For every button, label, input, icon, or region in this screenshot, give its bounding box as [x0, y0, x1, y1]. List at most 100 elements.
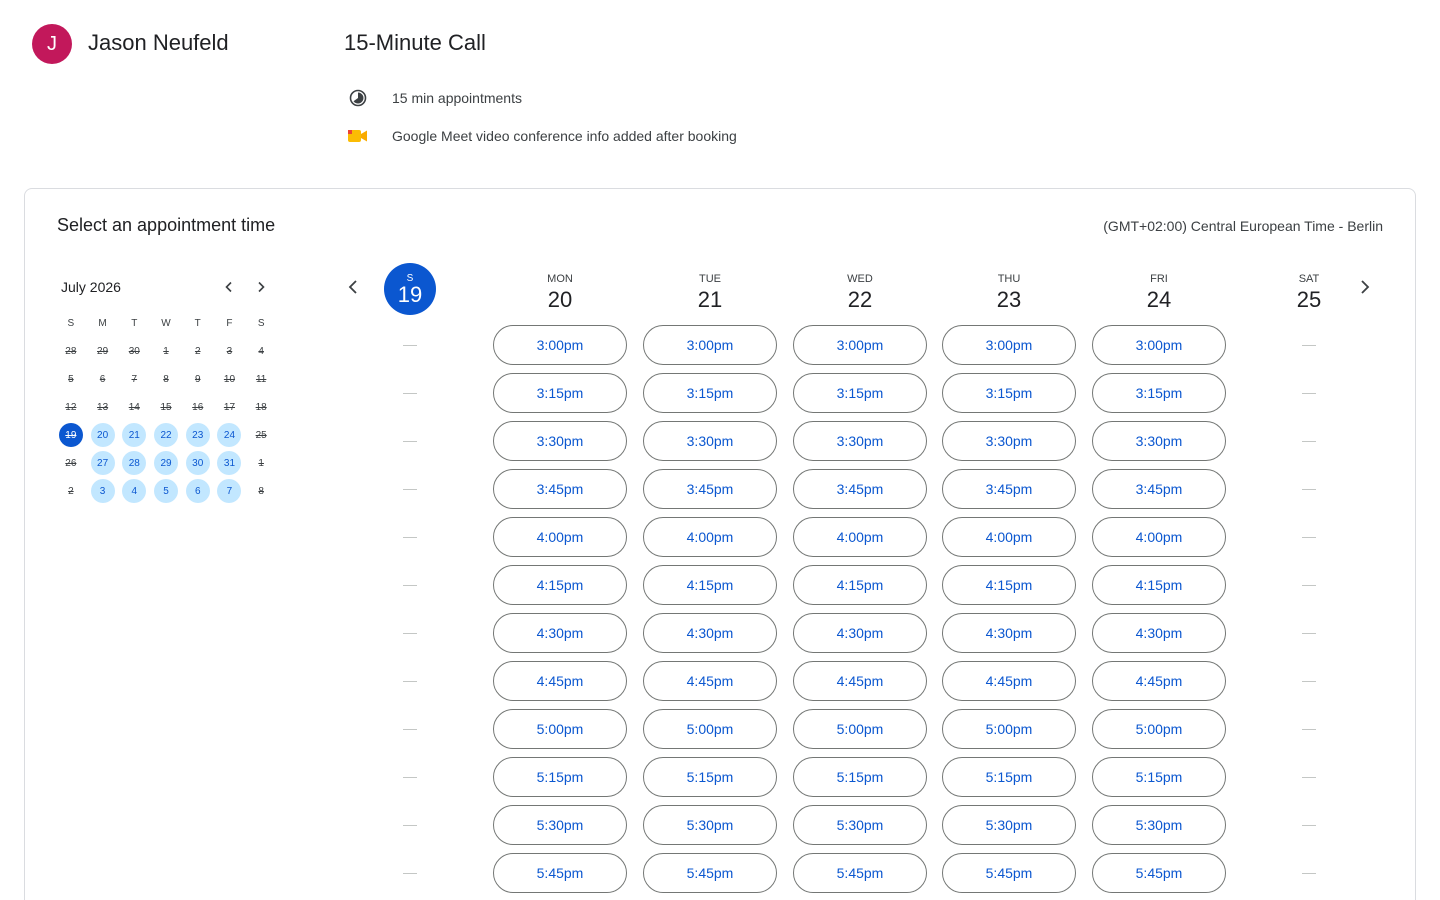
- weekday-label: W: [161, 317, 171, 329]
- time-slot-button[interactable]: 5:00pm: [1092, 709, 1226, 749]
- time-slot-button[interactable]: 3:15pm: [1092, 373, 1226, 413]
- mini-calendar-day[interactable]: 24: [214, 421, 246, 449]
- mini-calendar-day[interactable]: 30: [182, 449, 214, 477]
- time-slot-button[interactable]: 5:15pm: [793, 757, 927, 797]
- mini-calendar: July 2026 S M T W T F S 28 29 30 1 2 3 4 5 6 7 8 9 10 11 12 13…: [55, 275, 277, 505]
- time-slot-list: 3:00pm 3:15pm 3:30pm 3:45pm 4:00pm 4:15pm 4:30…: [1092, 325, 1226, 893]
- time-slot-button[interactable]: 4:00pm: [493, 517, 627, 557]
- time-slot-button[interactable]: 5:45pm: [643, 853, 777, 893]
- day-number: 27: [90, 451, 115, 475]
- time-slot-button[interactable]: 4:45pm: [1092, 661, 1226, 701]
- time-slot-button[interactable]: 5:15pm: [643, 757, 777, 797]
- time-slot-button[interactable]: 5:30pm: [793, 805, 927, 845]
- mini-calendar-prev-button[interactable]: [213, 275, 245, 299]
- day-header: TUE 21: [643, 263, 777, 325]
- time-slot-button[interactable]: 3:30pm: [1092, 421, 1226, 461]
- mini-calendar-day[interactable]: 28: [118, 449, 150, 477]
- no-availability-marker: [1242, 373, 1376, 413]
- time-slot-button[interactable]: 5:00pm: [793, 709, 927, 749]
- time-slot-button[interactable]: 3:30pm: [493, 421, 627, 461]
- time-slot-button[interactable]: 3:00pm: [1092, 325, 1226, 365]
- time-slot-button[interactable]: 4:15pm: [1092, 565, 1226, 605]
- mini-calendar-day[interactable]: 23: [182, 421, 214, 449]
- mini-calendar-day[interactable]: 20: [87, 421, 119, 449]
- time-slot-button[interactable]: 3:00pm: [942, 325, 1076, 365]
- time-slot-button[interactable]: 3:30pm: [793, 421, 927, 461]
- mini-calendar-day[interactable]: 27: [87, 449, 119, 477]
- no-availability-marker: [1242, 325, 1376, 365]
- mini-calendar-day[interactable]: 21: [118, 421, 150, 449]
- time-slot-button[interactable]: 4:00pm: [1092, 517, 1226, 557]
- time-slot-button[interactable]: 3:15pm: [493, 373, 627, 413]
- time-slot-button[interactable]: 3:00pm: [493, 325, 627, 365]
- mini-calendar-day[interactable]: 6: [182, 477, 214, 505]
- time-slot-button[interactable]: 5:45pm: [1092, 853, 1226, 893]
- mini-calendar-day: 5: [55, 365, 87, 393]
- day-of-week: THU: [997, 273, 1021, 285]
- time-slot-button[interactable]: 4:15pm: [493, 565, 627, 605]
- mini-calendar-day[interactable]: 7: [214, 477, 246, 505]
- time-slot-button[interactable]: 5:00pm: [643, 709, 777, 749]
- mini-calendar-day[interactable]: 29: [150, 449, 182, 477]
- mini-calendar-day[interactable]: 3: [87, 477, 119, 505]
- time-slot-button[interactable]: 5:30pm: [1092, 805, 1226, 845]
- mini-calendar-next-button[interactable]: [245, 275, 277, 299]
- time-slot-button[interactable]: 4:30pm: [942, 613, 1076, 653]
- time-slot-button[interactable]: 3:45pm: [493, 469, 627, 509]
- time-slot-button[interactable]: 4:45pm: [643, 661, 777, 701]
- day-number: 24: [217, 423, 242, 447]
- day-column: S 19: [343, 263, 477, 900]
- time-slot-button[interactable]: 5:30pm: [942, 805, 1076, 845]
- time-slot-button[interactable]: 4:30pm: [793, 613, 927, 653]
- time-slot-button[interactable]: 5:30pm: [493, 805, 627, 845]
- day-number: 29: [154, 451, 179, 475]
- time-slot-button[interactable]: 4:30pm: [1092, 613, 1226, 653]
- time-slot-button[interactable]: 4:15pm: [643, 565, 777, 605]
- time-slot-button[interactable]: 3:30pm: [942, 421, 1076, 461]
- time-slot-button[interactable]: 4:15pm: [793, 565, 927, 605]
- time-slot-button[interactable]: 4:45pm: [793, 661, 927, 701]
- time-slot-button[interactable]: 5:15pm: [493, 757, 627, 797]
- no-availability-marker: [343, 517, 477, 557]
- time-slot-button[interactable]: 3:15pm: [793, 373, 927, 413]
- time-slot-button[interactable]: 5:45pm: [793, 853, 927, 893]
- time-slot-button[interactable]: 4:45pm: [942, 661, 1076, 701]
- time-slot-button[interactable]: 5:45pm: [942, 853, 1076, 893]
- time-slot-button[interactable]: 5:30pm: [643, 805, 777, 845]
- no-availability-marker: [1242, 517, 1376, 557]
- day-number: 10: [223, 373, 236, 385]
- time-slot-button[interactable]: 3:45pm: [793, 469, 927, 509]
- time-slot-button[interactable]: 4:15pm: [942, 565, 1076, 605]
- no-availability-marker: [1242, 421, 1376, 461]
- time-slot-button[interactable]: 3:45pm: [1092, 469, 1226, 509]
- time-slot-button[interactable]: 3:45pm: [942, 469, 1076, 509]
- time-slot-list: 3:00pm 3:15pm 3:30pm 3:45pm 4:00pm 4:15pm 4:30…: [793, 325, 927, 893]
- time-slot-button[interactable]: 5:15pm: [942, 757, 1076, 797]
- no-availability-marker: [343, 805, 477, 845]
- mini-calendar-day[interactable]: 19: [55, 421, 87, 449]
- time-slot-button[interactable]: 5:15pm: [1092, 757, 1226, 797]
- day-header: FRI 24: [1092, 263, 1226, 325]
- time-slot-button[interactable]: 3:15pm: [643, 373, 777, 413]
- time-slot-button[interactable]: 4:00pm: [942, 517, 1076, 557]
- mini-calendar-day[interactable]: 5: [150, 477, 182, 505]
- time-slot-button[interactable]: 3:45pm: [643, 469, 777, 509]
- time-slot-button[interactable]: 4:45pm: [493, 661, 627, 701]
- time-slot-button[interactable]: 4:30pm: [493, 613, 627, 653]
- time-slot-button[interactable]: 5:00pm: [942, 709, 1076, 749]
- timezone-selector[interactable]: (GMT+02:00) Central European Time - Berl…: [1103, 218, 1383, 234]
- time-slot-button[interactable]: 5:00pm: [493, 709, 627, 749]
- no-availability-marker: [1242, 709, 1376, 749]
- mini-calendar-day[interactable]: 31: [214, 449, 246, 477]
- time-slot-button[interactable]: 4:00pm: [793, 517, 927, 557]
- time-slot-button[interactable]: 3:00pm: [643, 325, 777, 365]
- time-slot-button[interactable]: 4:00pm: [643, 517, 777, 557]
- time-slot-button[interactable]: 3:15pm: [942, 373, 1076, 413]
- time-slot-button[interactable]: 3:00pm: [793, 325, 927, 365]
- day-number: 8: [163, 373, 169, 385]
- time-slot-button[interactable]: 5:45pm: [493, 853, 627, 893]
- mini-calendar-day[interactable]: 22: [150, 421, 182, 449]
- time-slot-button[interactable]: 4:30pm: [643, 613, 777, 653]
- mini-calendar-day[interactable]: 4: [118, 477, 150, 505]
- time-slot-button[interactable]: 3:30pm: [643, 421, 777, 461]
